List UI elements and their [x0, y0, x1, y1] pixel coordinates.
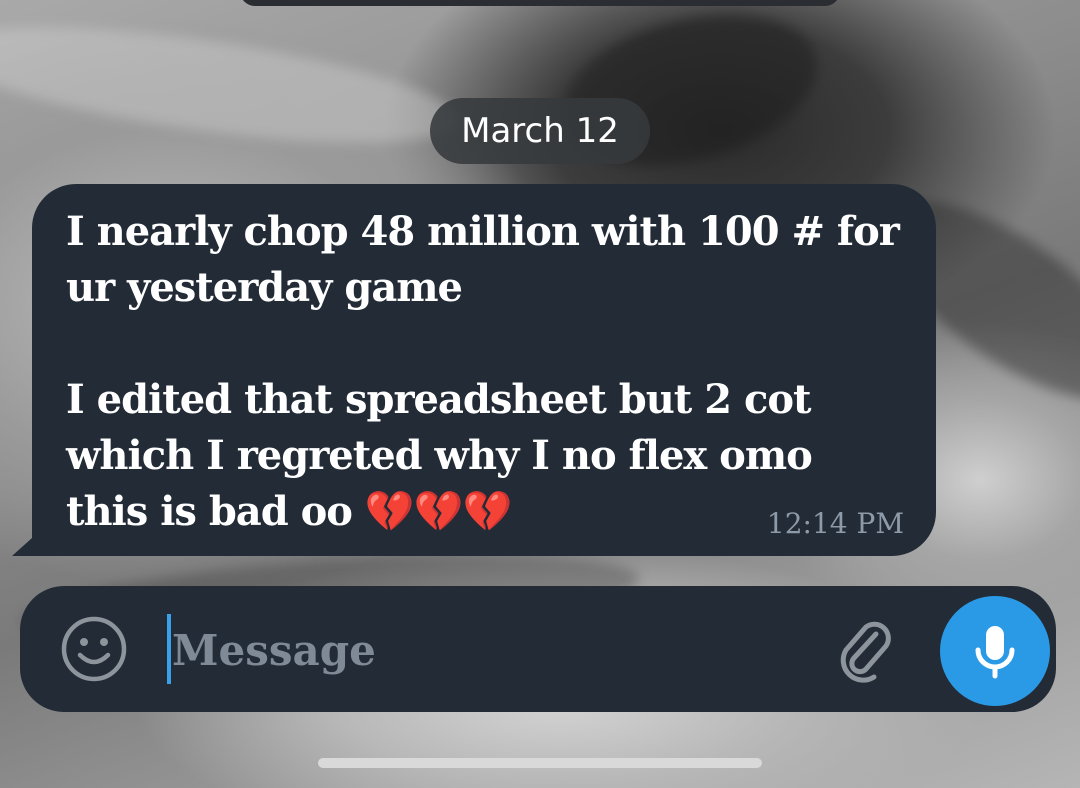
message-text: I nearly chop 48 million with 100 # for … [66, 204, 906, 540]
message-timestamp: 12:14 PM [766, 507, 904, 540]
smiley-face-icon[interactable] [60, 615, 128, 683]
message-bubble[interactable]: I nearly chop 48 million with 100 # for … [32, 184, 936, 556]
date-separator: March 12 [430, 98, 650, 164]
top-bar-edge [240, 0, 840, 6]
paperclip-icon[interactable] [830, 614, 900, 684]
home-indicator[interactable] [318, 758, 762, 768]
wallpaper-shade [0, 4, 464, 166]
message-paragraph: I nearly chop 48 million with 100 # for … [66, 208, 900, 311]
message-composer [20, 586, 1056, 712]
text-cursor [167, 614, 171, 684]
microphone-icon [975, 626, 1015, 679]
voice-record-button[interactable] [940, 596, 1050, 706]
message-input[interactable] [172, 610, 772, 690]
